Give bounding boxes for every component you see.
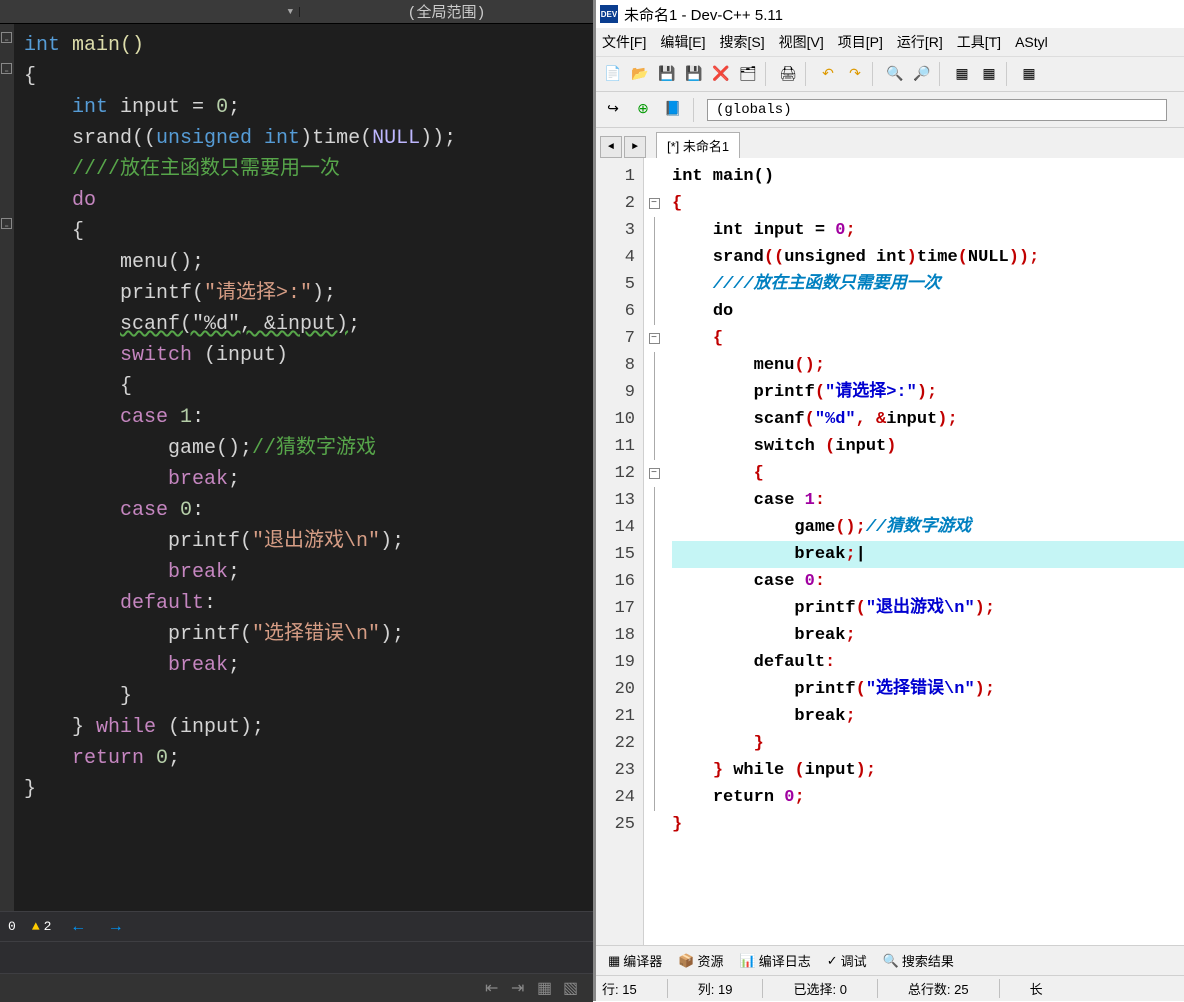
devcpp-toolbar2: ↪ ⊕ 📘 (globals) [596, 92, 1184, 128]
devcpp-editor[interactable]: 1234567891011121314151617181920212223242… [596, 158, 1184, 945]
save-icon[interactable]: 💾 [655, 62, 679, 86]
redo-icon[interactable]: ↷ [843, 62, 867, 86]
find-icon[interactable]: 🔍 [883, 62, 907, 86]
bottom-tab[interactable]: 📊编译日志 [734, 949, 817, 972]
warning-count: 2 [44, 919, 52, 934]
devcpp-app-icon: DEV [600, 5, 618, 23]
status-selected: 已选择: 0 [793, 979, 877, 998]
vs-status-bar: 0 ▲ 2 ← → [0, 911, 593, 941]
print-icon[interactable]: 🖨 [776, 62, 800, 86]
separator [1006, 62, 1012, 86]
menu-item[interactable]: 编辑[E] [660, 32, 705, 52]
vs-bottom-panel: ⇤ ⇥ ▦ ▧ [0, 941, 593, 1001]
fold-toggle-icon[interactable]: − [649, 198, 660, 209]
tab-next-button[interactable]: ► [624, 136, 646, 158]
code-area[interactable]: int main(){ int input = 0; srand((unsign… [664, 158, 1184, 945]
separator [765, 62, 771, 86]
tab-prev-button[interactable]: ◄ [600, 136, 622, 158]
window-title: 未命名1 - Dev-C++ 5.11 [624, 4, 783, 25]
save-all-icon[interactable]: 💾 [682, 62, 706, 86]
devcpp-toolbar: 📄 📂 💾 💾 ❌ 🗂 🖨 ↶ ↷ 🔍 🔎 ▦ ▦ ▦ [596, 56, 1184, 92]
close-all-icon[interactable]: 🗂 [736, 62, 760, 86]
separator [939, 62, 945, 86]
bottom-tab[interactable]: 🔍搜索结果 [877, 949, 960, 972]
menu-item[interactable]: AStyl [1015, 34, 1048, 50]
add-icon[interactable]: ⊕ [631, 98, 655, 122]
tab-icon: 📊 [740, 953, 756, 969]
debug-icon[interactable]: ▦ [1017, 62, 1041, 86]
vs-bottom-toolbar: ⇤ ⇥ ▦ ▧ [0, 974, 593, 1002]
tab-icon: 📦 [678, 953, 694, 969]
uncomment-icon[interactable]: ▧ [563, 978, 583, 998]
nav-back-button[interactable]: ← [67, 918, 89, 936]
fold-toggle-icon[interactable] [1, 32, 12, 43]
undo-icon[interactable]: ↶ [816, 62, 840, 86]
globals-dropdown[interactable]: (globals) [707, 99, 1167, 121]
devcpp-panel: DEV 未命名1 - Dev-C++ 5.11 文件[F] 编辑[E] 搜索[S] 视… [593, 0, 1184, 1001]
vs-code-editor[interactable]: int main(){ int input = 0; srand((unsign… [0, 24, 593, 911]
menu-item[interactable]: 文件[F] [602, 32, 646, 52]
fold-toggle-icon[interactable] [1, 63, 12, 74]
nav-forward-button[interactable]: → [105, 918, 127, 936]
line-number-gutter: 1234567891011121314151617181920212223242… [596, 158, 644, 945]
replace-icon[interactable]: 🔎 [910, 62, 934, 86]
bottom-tab[interactable]: 📦资源 [672, 949, 729, 972]
status-length: 长 [1030, 979, 1043, 998]
devcpp-titlebar: DEV 未命名1 - Dev-C++ 5.11 [596, 0, 1184, 28]
goto-icon[interactable]: ↪ [601, 98, 625, 122]
close-icon[interactable]: ❌ [709, 62, 733, 86]
fold-toggle-icon[interactable]: − [649, 468, 660, 479]
separator [805, 62, 811, 86]
compile-icon[interactable]: ▦ [950, 62, 974, 86]
bookmark-icon[interactable]: 📘 [661, 98, 685, 122]
bottom-tab[interactable]: ✓调试 [821, 949, 873, 972]
editor-tab[interactable]: [*] 未命名1 [656, 132, 740, 158]
devcpp-bottom-tabs: ▦编译器📦资源📊编译日志✓调试🔍搜索结果 [596, 945, 1184, 975]
separator [872, 62, 878, 86]
menu-item[interactable]: 运行[R] [897, 32, 943, 52]
vs-scope-dropdown-left[interactable]: ▼ [0, 7, 300, 17]
comment-icon[interactable]: ▦ [537, 978, 557, 998]
status-zero: 0 [8, 919, 16, 934]
menu-item[interactable]: 视图[V] [779, 32, 824, 52]
chevron-down-icon: ▼ [288, 7, 293, 17]
bottom-tab[interactable]: ▦编译器 [602, 949, 668, 972]
devcpp-tab-bar: ◄ ► [*] 未命名1 [596, 128, 1184, 158]
status-total: 总行数: 25 [908, 979, 1000, 998]
menu-item[interactable]: 项目[P] [838, 32, 883, 52]
tab-icon: ▦ [608, 953, 620, 969]
fold-gutter: − − − [644, 158, 664, 945]
warning-icon: ▲ [32, 919, 40, 934]
devcpp-menubar: 文件[F] 编辑[E] 搜索[S] 视图[V] 项目[P] 运行[R] 工具[T] AStyl [596, 28, 1184, 56]
warning-indicator[interactable]: ▲ 2 [32, 919, 52, 934]
vs-scope-dropdown-right[interactable]: (全局范围) [300, 1, 593, 22]
vs-fold-gutter [0, 24, 14, 911]
visual-studio-panel: ▼ (全局范围) int main(){ int input = 0; sran… [0, 0, 593, 1001]
fold-toggle-icon[interactable]: − [649, 333, 660, 344]
run-icon[interactable]: ▦ [977, 62, 1001, 86]
status-col: 列: 19 [698, 979, 764, 998]
tab-icon: ✓ [827, 953, 838, 969]
separator [693, 98, 699, 122]
menu-item[interactable]: 搜索[S] [719, 32, 764, 52]
vs-scope-bar: ▼ (全局范围) [0, 0, 593, 24]
status-line: 行: 15 [602, 979, 668, 998]
menu-item[interactable]: 工具[T] [957, 32, 1001, 52]
fold-toggle-icon[interactable] [1, 218, 12, 229]
tab-icon: 🔍 [883, 953, 899, 969]
outdent-icon[interactable]: ⇥ [511, 978, 531, 998]
indent-icon[interactable]: ⇤ [485, 978, 505, 998]
open-file-icon[interactable]: 📂 [628, 62, 652, 86]
devcpp-status-bar: 行: 15 列: 19 已选择: 0 总行数: 25 长 [596, 975, 1184, 1001]
new-file-icon[interactable]: 📄 [601, 62, 625, 86]
